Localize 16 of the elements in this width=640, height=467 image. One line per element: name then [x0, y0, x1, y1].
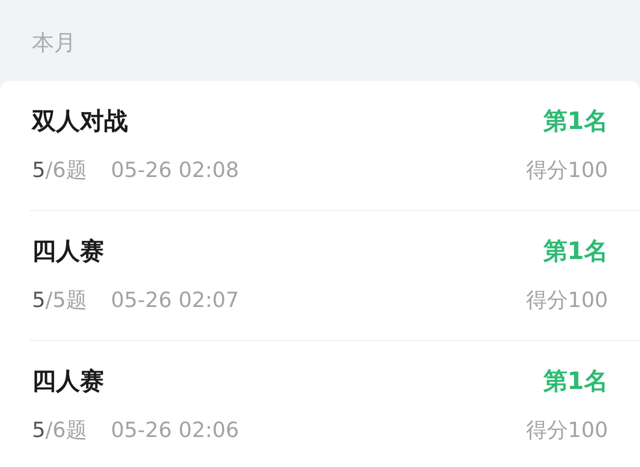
match-time: 05-26 02:07 [110, 287, 240, 314]
match-time: 05-26 02:06 [110, 417, 240, 444]
question-count: 5/6题 [32, 157, 87, 184]
rank-label: 第1名 [543, 106, 608, 137]
match-time: 05-26 02:08 [110, 157, 240, 184]
rank-label: 第1名 [543, 366, 608, 397]
question-count: 5/6题 [32, 417, 87, 444]
rank-label: 第1名 [543, 236, 608, 267]
score-label: 得分100 [526, 417, 608, 444]
match-title: 四人赛 [32, 366, 104, 397]
score-label: 得分100 [526, 157, 608, 184]
question-count: 5/5题 [32, 287, 87, 314]
match-title: 双人对战 [32, 106, 128, 137]
score-label: 得分100 [526, 287, 608, 314]
section-title: 本月 [32, 30, 76, 58]
match-title: 四人赛 [32, 236, 104, 267]
